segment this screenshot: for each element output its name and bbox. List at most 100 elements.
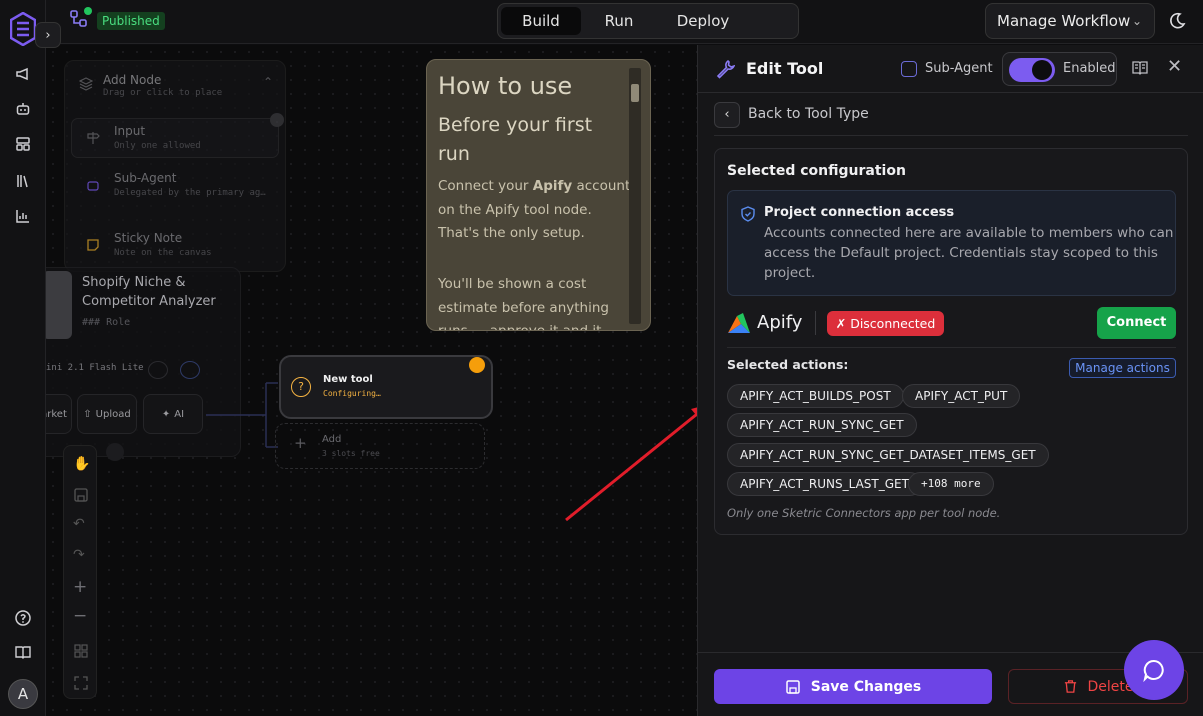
back-label[interactable]: Back to Tool Type xyxy=(748,106,869,122)
action-chip[interactable]: APIFY_ACT_RUN_SYNC_GET xyxy=(727,413,917,437)
x-icon: ✗ xyxy=(835,316,851,331)
redo-icon[interactable]: ↷ xyxy=(73,547,89,563)
node-item-label: Sticky Note xyxy=(114,231,183,245)
edit-tool-panel: Edit Tool Sub-Agent Enabled ✕ ‹ Back to … xyxy=(697,45,1203,716)
top-bar: Published Build Run Deploy Manage Workfl… xyxy=(46,0,1203,44)
action-chip[interactable]: APIFY_ACT_RUN_SYNC_GET_DATASET_ITEMS_GET xyxy=(727,443,1049,467)
user-avatar[interactable]: A xyxy=(8,679,38,709)
node-item-label: Input xyxy=(114,124,146,138)
panel-title: Edit Tool xyxy=(746,59,824,78)
add-node-subtitle: Drag or click to place xyxy=(103,88,223,98)
manage-actions-button[interactable]: Manage actions xyxy=(1069,358,1176,378)
howto-p1-prefix: Connect your xyxy=(438,178,533,194)
fit-view-icon[interactable] xyxy=(73,675,89,691)
library-icon[interactable] xyxy=(13,171,33,191)
layout-icon[interactable] xyxy=(13,134,33,154)
status-label: Disconnected xyxy=(850,316,936,331)
save-changes-button[interactable]: Save Changes xyxy=(714,669,992,704)
config-title: Selected configuration xyxy=(727,163,906,179)
more-actions-chip[interactable]: +108 more xyxy=(908,472,994,496)
enabled-toggle-group[interactable]: Enabled xyxy=(1002,52,1117,86)
bot-icon xyxy=(87,181,99,191)
market-button[interactable]: arket xyxy=(46,394,72,434)
tool-node-status: Configuring… xyxy=(323,389,381,398)
tab-run[interactable]: Run xyxy=(584,7,654,35)
info-icon[interactable] xyxy=(180,361,200,379)
tool-node-new-tool[interactable]: ? New tool Configuring… xyxy=(279,355,493,419)
manage-workflow-label: Manage Workflow xyxy=(997,12,1131,30)
howto-scrollbar[interactable] xyxy=(629,68,641,324)
divider xyxy=(815,311,816,335)
bot-icon[interactable] xyxy=(13,99,33,119)
selected-configuration-card: Selected configuration Project connectio… xyxy=(714,148,1188,535)
avatar-initial: A xyxy=(17,685,29,703)
node-item-sticky-note[interactable]: Sticky Note Note on the canvas xyxy=(71,225,279,265)
agent-title: Shopify Niche & Competitor Analyzer xyxy=(82,275,216,309)
disconnected-status-badge: ✗ Disconnected xyxy=(827,311,944,336)
hand-pan-icon[interactable]: ✋ xyxy=(73,456,90,472)
add-node-title: Add Node xyxy=(103,73,162,87)
tab-build[interactable]: Build xyxy=(501,7,581,35)
agent-model-label[interactable]: ini 2.1 Flash Lite xyxy=(46,363,144,373)
project-access-notice: Project connection access Accounts conne… xyxy=(727,190,1176,296)
docs-book-icon[interactable] xyxy=(13,642,33,662)
tool-node-title: New tool xyxy=(323,374,373,385)
node-item-desc: Note on the canvas xyxy=(114,248,212,258)
node-item-desc: Delegated by the primary ag… xyxy=(114,188,266,198)
manage-workflow-button[interactable]: Manage Workflow ⌄ xyxy=(985,3,1155,39)
enabled-label: Enabled xyxy=(1063,61,1116,76)
divider xyxy=(714,135,1188,136)
undo-icon[interactable]: ↶ xyxy=(73,516,89,532)
chevron-left-icon[interactable]: ‹ xyxy=(714,102,740,128)
tab-deploy[interactable]: Deploy xyxy=(658,7,748,35)
connect-button[interactable]: Connect xyxy=(1097,307,1176,339)
workflow-canvas[interactable]: Add Node Drag or click to place ⌃ Input … xyxy=(46,45,697,716)
plus-icon: + xyxy=(294,434,307,452)
config-wrench-badge-icon xyxy=(469,357,485,373)
save-icon[interactable] xyxy=(73,487,89,503)
action-chip[interactable]: APIFY_ACT_BUILDS_POST xyxy=(727,384,904,408)
docs-book-icon[interactable] xyxy=(1131,59,1149,77)
node-item-label: Sub-Agent xyxy=(114,171,177,185)
howto-paragraph-2: You'll be shown a cost estimate before a… xyxy=(438,276,609,331)
sub-agent-checkbox[interactable] xyxy=(901,61,917,77)
howto-title: How to use xyxy=(438,72,573,100)
agent-avatar xyxy=(46,271,72,339)
trash-icon xyxy=(1064,680,1076,693)
howto-scrollbar-thumb[interactable] xyxy=(631,84,639,102)
connector-handle[interactable] xyxy=(106,443,124,461)
connector-lines xyxy=(206,382,278,448)
app-logo-icon[interactable] xyxy=(10,12,36,46)
chat-support-button[interactable] xyxy=(1124,640,1184,700)
access-body: Accounts connected here are available to… xyxy=(764,225,1174,281)
annotation-red-arrow xyxy=(565,404,710,522)
add-slot-subtitle: 3 slots free xyxy=(322,449,380,458)
zoom-in-icon[interactable]: + xyxy=(73,579,89,596)
settings-gear-icon[interactable] xyxy=(148,361,168,379)
expand-rail-button[interactable]: › xyxy=(35,22,61,48)
sticky-note-icon xyxy=(87,239,99,251)
canvas-controls: ✋ ↶ ↷ + − xyxy=(63,445,97,699)
action-chip[interactable]: APIFY_ACT_RUNS_LAST_GET xyxy=(727,472,922,496)
zoom-out-icon[interactable]: − xyxy=(73,608,89,625)
help-icon[interactable] xyxy=(13,608,33,628)
layers-icon xyxy=(79,77,93,91)
ai-button[interactable]: ✦ AI xyxy=(143,394,203,434)
add-tool-slot[interactable]: + Add 3 slots free xyxy=(275,423,485,469)
howto-p1-bold: Apify xyxy=(532,178,573,194)
close-icon[interactable]: ✕ xyxy=(1167,56,1182,77)
analytics-icon[interactable] xyxy=(13,206,33,226)
node-item-desc: Only one allowed xyxy=(114,141,201,151)
signpost-icon xyxy=(87,132,100,144)
enabled-toggle[interactable] xyxy=(1009,58,1055,82)
chevron-up-icon[interactable]: ⌃ xyxy=(263,75,273,89)
node-item-input[interactable]: Input Only one allowed xyxy=(71,118,279,158)
action-chip[interactable]: APIFY_ACT_PUT xyxy=(902,384,1021,408)
howto-paragraph-1: Connect your Apify account on the Apify … xyxy=(438,175,633,246)
megaphone-icon[interactable] xyxy=(13,64,33,84)
upload-button[interactable]: ⇧ Upload xyxy=(77,394,137,434)
how-to-use-sticky-note[interactable]: How to use Before your first run Connect… xyxy=(426,59,651,331)
node-item-sub-agent[interactable]: Sub-Agent Delegated by the primary ag… xyxy=(71,165,279,205)
dark-mode-moon-icon[interactable] xyxy=(1167,11,1187,31)
grid-icon[interactable] xyxy=(73,643,89,659)
